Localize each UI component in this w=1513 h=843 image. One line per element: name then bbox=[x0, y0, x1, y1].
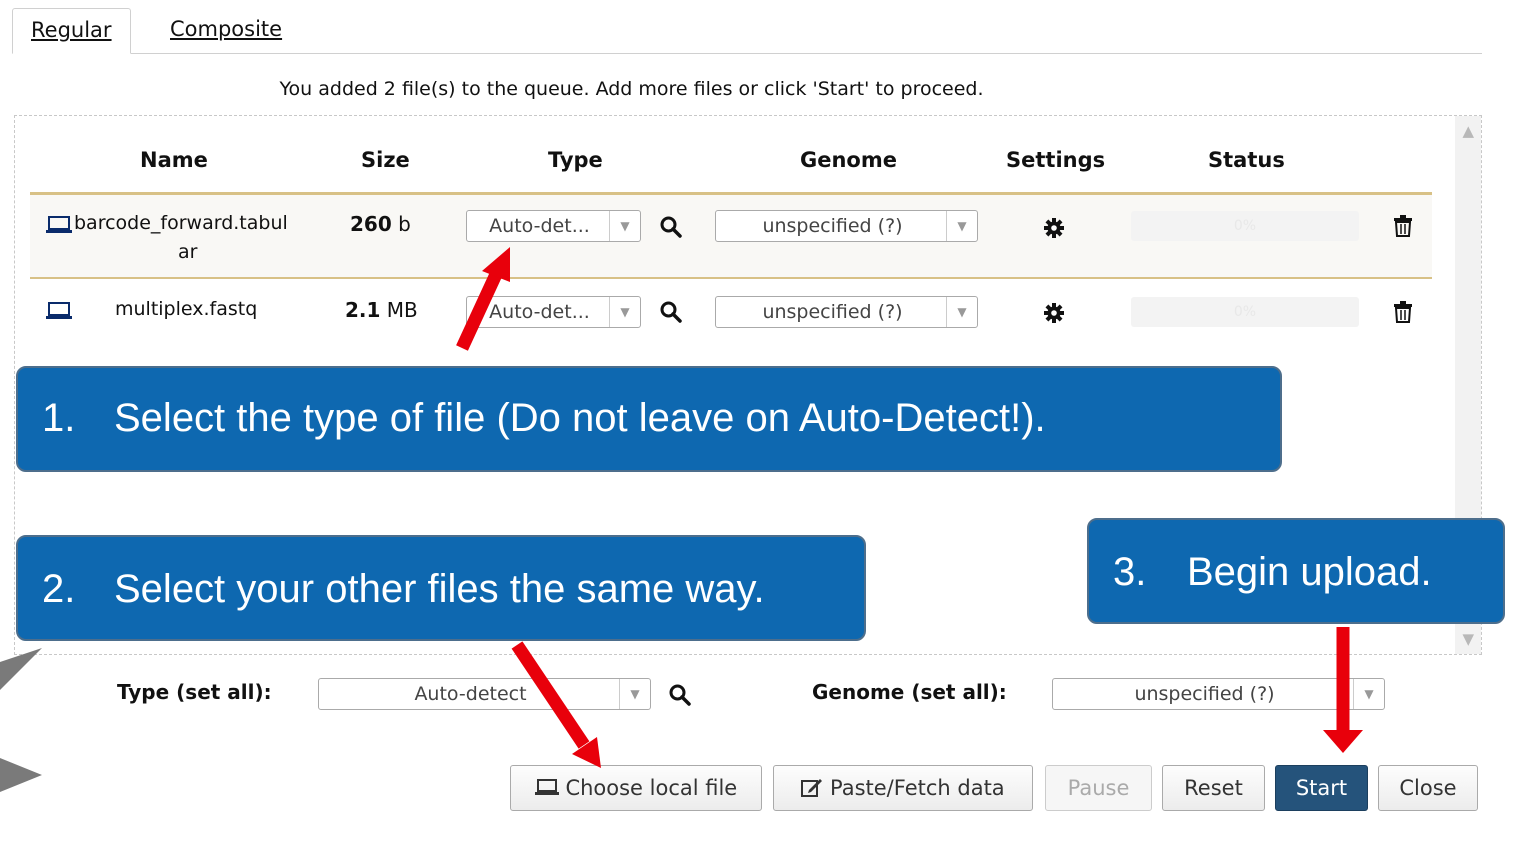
arrow-2 bbox=[511, 641, 590, 749]
callout-3: 3. Begin upload. bbox=[1087, 518, 1505, 624]
callout-1-number: 1. bbox=[42, 396, 76, 440]
callout-2-number: 2. bbox=[42, 567, 76, 611]
callout-1-text: Select the type of file (Do not leave on… bbox=[114, 396, 1046, 440]
callout-3-number: 3. bbox=[1113, 550, 1147, 594]
arrow-1 bbox=[456, 267, 504, 351]
callout-3-text: Begin upload. bbox=[1187, 550, 1432, 594]
callout-1: 1. Select the type of file (Do not leave… bbox=[16, 366, 1282, 472]
arrow-3-head bbox=[1323, 730, 1363, 753]
left-edge-shape bbox=[0, 758, 42, 792]
callout-2-text: Select your other files the same way. bbox=[114, 567, 765, 611]
callout-2: 2. Select your other files the same way. bbox=[16, 535, 866, 641]
left-edge-shape bbox=[0, 648, 42, 690]
